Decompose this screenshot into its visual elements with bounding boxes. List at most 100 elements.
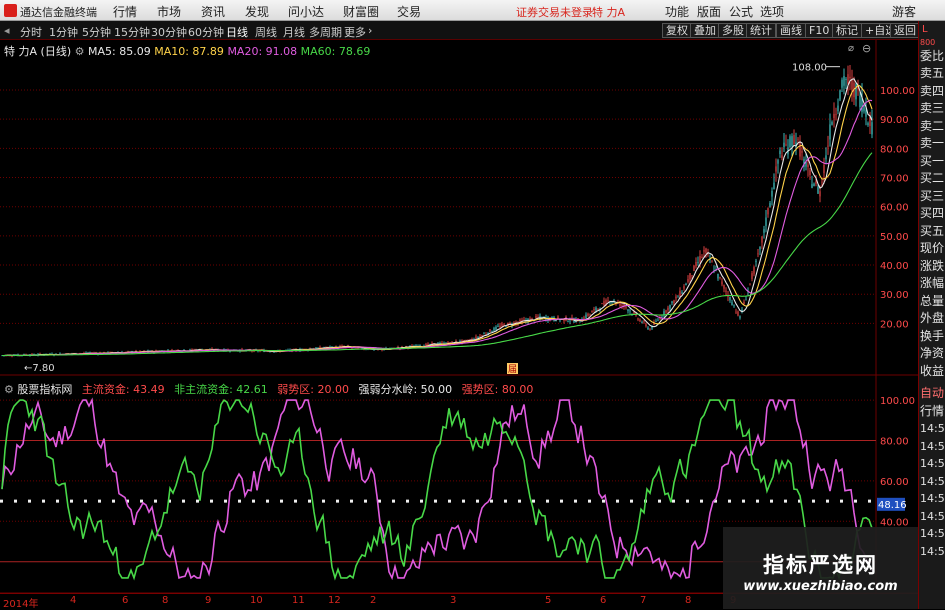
candle-body xyxy=(799,142,801,157)
period-monthly[interactable]: 月线 xyxy=(283,24,305,40)
candle-body xyxy=(645,324,647,327)
menu-wealth-circle[interactable]: 财富圈 xyxy=(343,3,379,20)
candle-body xyxy=(819,191,821,197)
sidebar-field: 现价 xyxy=(920,241,945,255)
candle-body xyxy=(591,311,593,313)
menu-discover[interactable]: 发现 xyxy=(245,3,269,20)
period-more[interactable]: 更多 xyxy=(344,24,366,40)
period-60min[interactable]: 60分钟 xyxy=(188,24,224,40)
period-weekly[interactable]: 周线 xyxy=(255,24,277,40)
candle-body xyxy=(811,184,813,188)
back-button[interactable]: 返回 xyxy=(890,23,920,38)
period-30min[interactable]: 30分钟 xyxy=(151,24,187,40)
candle-body xyxy=(597,308,599,310)
trade-login-status[interactable]: 证券交易未登录 xyxy=(516,4,593,20)
candle-body xyxy=(775,166,777,172)
f10-button[interactable]: F10 xyxy=(805,23,834,38)
candle-body xyxy=(665,310,667,313)
menu-layout[interactable]: 版面 xyxy=(697,3,721,20)
period-daily[interactable]: 日线 xyxy=(226,24,248,40)
sidebar-field: 买三 xyxy=(920,188,945,203)
candle-body xyxy=(867,123,869,125)
candle-body xyxy=(539,315,541,318)
mark-button[interactable]: 标记 xyxy=(832,23,862,38)
settings-gear-icon[interactable]: ⚙ xyxy=(4,383,14,396)
sidebar-quotes[interactable]: 行情 xyxy=(919,403,945,421)
draw-line-button[interactable]: 画线 xyxy=(776,23,806,38)
multi-stock-button[interactable]: 多股 xyxy=(718,23,748,38)
indicator-name[interactable]: 股票指标网 xyxy=(17,383,72,396)
app-title: 通达信金融终端 xyxy=(20,6,97,19)
watermark-title: 指标严选网 xyxy=(763,553,878,577)
candle-body xyxy=(601,303,603,305)
candle-body xyxy=(703,250,705,252)
candle-body xyxy=(483,333,485,335)
x-axis-label: 4 xyxy=(70,595,77,606)
x-axis-label: 9 xyxy=(205,595,212,606)
candle-body xyxy=(755,260,757,263)
y-tick-label: 80.00 xyxy=(880,437,909,448)
collapse-icon[interactable]: ◂ xyxy=(4,24,10,37)
candle-body xyxy=(833,113,835,119)
y-tick-label: 40.00 xyxy=(880,261,909,272)
candle-body xyxy=(859,95,861,108)
candle-body xyxy=(593,309,595,311)
user-guest[interactable]: 游客 xyxy=(892,3,916,20)
candle-body xyxy=(497,326,499,328)
pin-icon[interactable]: ⌀ xyxy=(848,43,854,54)
sidebar-auto[interactable]: 自动 xyxy=(919,385,945,403)
x-axis-label: 12 xyxy=(328,595,341,606)
candle-body xyxy=(657,319,659,321)
candle-body xyxy=(679,290,681,297)
y-tick-label: 20.00 xyxy=(880,319,909,330)
candle-body xyxy=(451,341,453,343)
sidebar-field: 换手 xyxy=(920,328,945,343)
candle-body xyxy=(503,324,505,326)
period-multi[interactable]: 多周期 xyxy=(309,24,342,40)
candle-body xyxy=(633,312,635,314)
overlay-button[interactable]: 叠加 xyxy=(690,23,720,38)
statistics-button[interactable]: 统计 xyxy=(746,23,776,38)
candle-body xyxy=(737,311,739,316)
menu-functions[interactable]: 功能 xyxy=(665,3,689,20)
stock-label: 特 力A xyxy=(4,45,38,58)
sidebar-field: 买五 xyxy=(920,223,945,238)
period-intraday[interactable]: 分时 xyxy=(20,24,42,40)
sidebar-field: 卖一 xyxy=(920,136,945,150)
x-axis-label: 2 xyxy=(370,595,377,606)
candle-body xyxy=(711,261,713,263)
y-tick-label: 30.00 xyxy=(880,290,909,301)
menu-options[interactable]: 选项 xyxy=(760,3,784,20)
x-axis-label: 8 xyxy=(162,595,169,606)
candle-body xyxy=(827,145,829,147)
zoom-out-icon[interactable]: ⊖ xyxy=(862,42,871,55)
chevron-right-icon[interactable]: › xyxy=(368,24,372,37)
candle-body xyxy=(493,328,495,331)
menu-market[interactable]: 市场 xyxy=(157,3,181,20)
menu-wenxiaoda[interactable]: 问小达 xyxy=(288,3,324,20)
candle-body xyxy=(579,321,581,323)
x-axis-label: 7 xyxy=(640,595,647,606)
quote-sidebar: L 800 委比 卖五 卖四 卖三 卖二 卖一 买一 买二 买三 买四 买五 现价 涨跌 涨幅 总量 外盘 换手… xyxy=(918,21,945,609)
y-tick-label: 60.00 xyxy=(880,477,909,488)
menu-quotes[interactable]: 行情 xyxy=(113,3,137,20)
x-axis-label: 2014年 xyxy=(3,599,39,610)
x-axis-label: 8 xyxy=(685,595,692,606)
period-1min[interactable]: 1分钟 xyxy=(49,24,78,40)
menu-news[interactable]: 资讯 xyxy=(201,3,225,20)
settings-gear-icon[interactable]: ⚙ xyxy=(75,45,85,58)
sidebar-field: 卖三 xyxy=(920,101,945,115)
adjust-button[interactable]: 复权 xyxy=(662,23,692,38)
candle-body xyxy=(683,286,685,289)
y-tick-label: 100.00 xyxy=(880,86,915,97)
chart-surface[interactable]: 100.00 90.00 80.00 70.00 60.00 50.00 40.00 30.0… xyxy=(0,40,918,609)
period-5min[interactable]: 5分钟 xyxy=(82,24,111,40)
candle-body xyxy=(531,317,533,319)
period-15min[interactable]: 15分钟 xyxy=(114,24,150,40)
ma-line xyxy=(2,78,873,357)
candle-body xyxy=(675,296,677,299)
menu-formula[interactable]: 公式 xyxy=(729,3,753,20)
candle-body xyxy=(757,253,759,255)
candle-body xyxy=(629,310,631,312)
menu-trade[interactable]: 交易 xyxy=(397,3,421,20)
